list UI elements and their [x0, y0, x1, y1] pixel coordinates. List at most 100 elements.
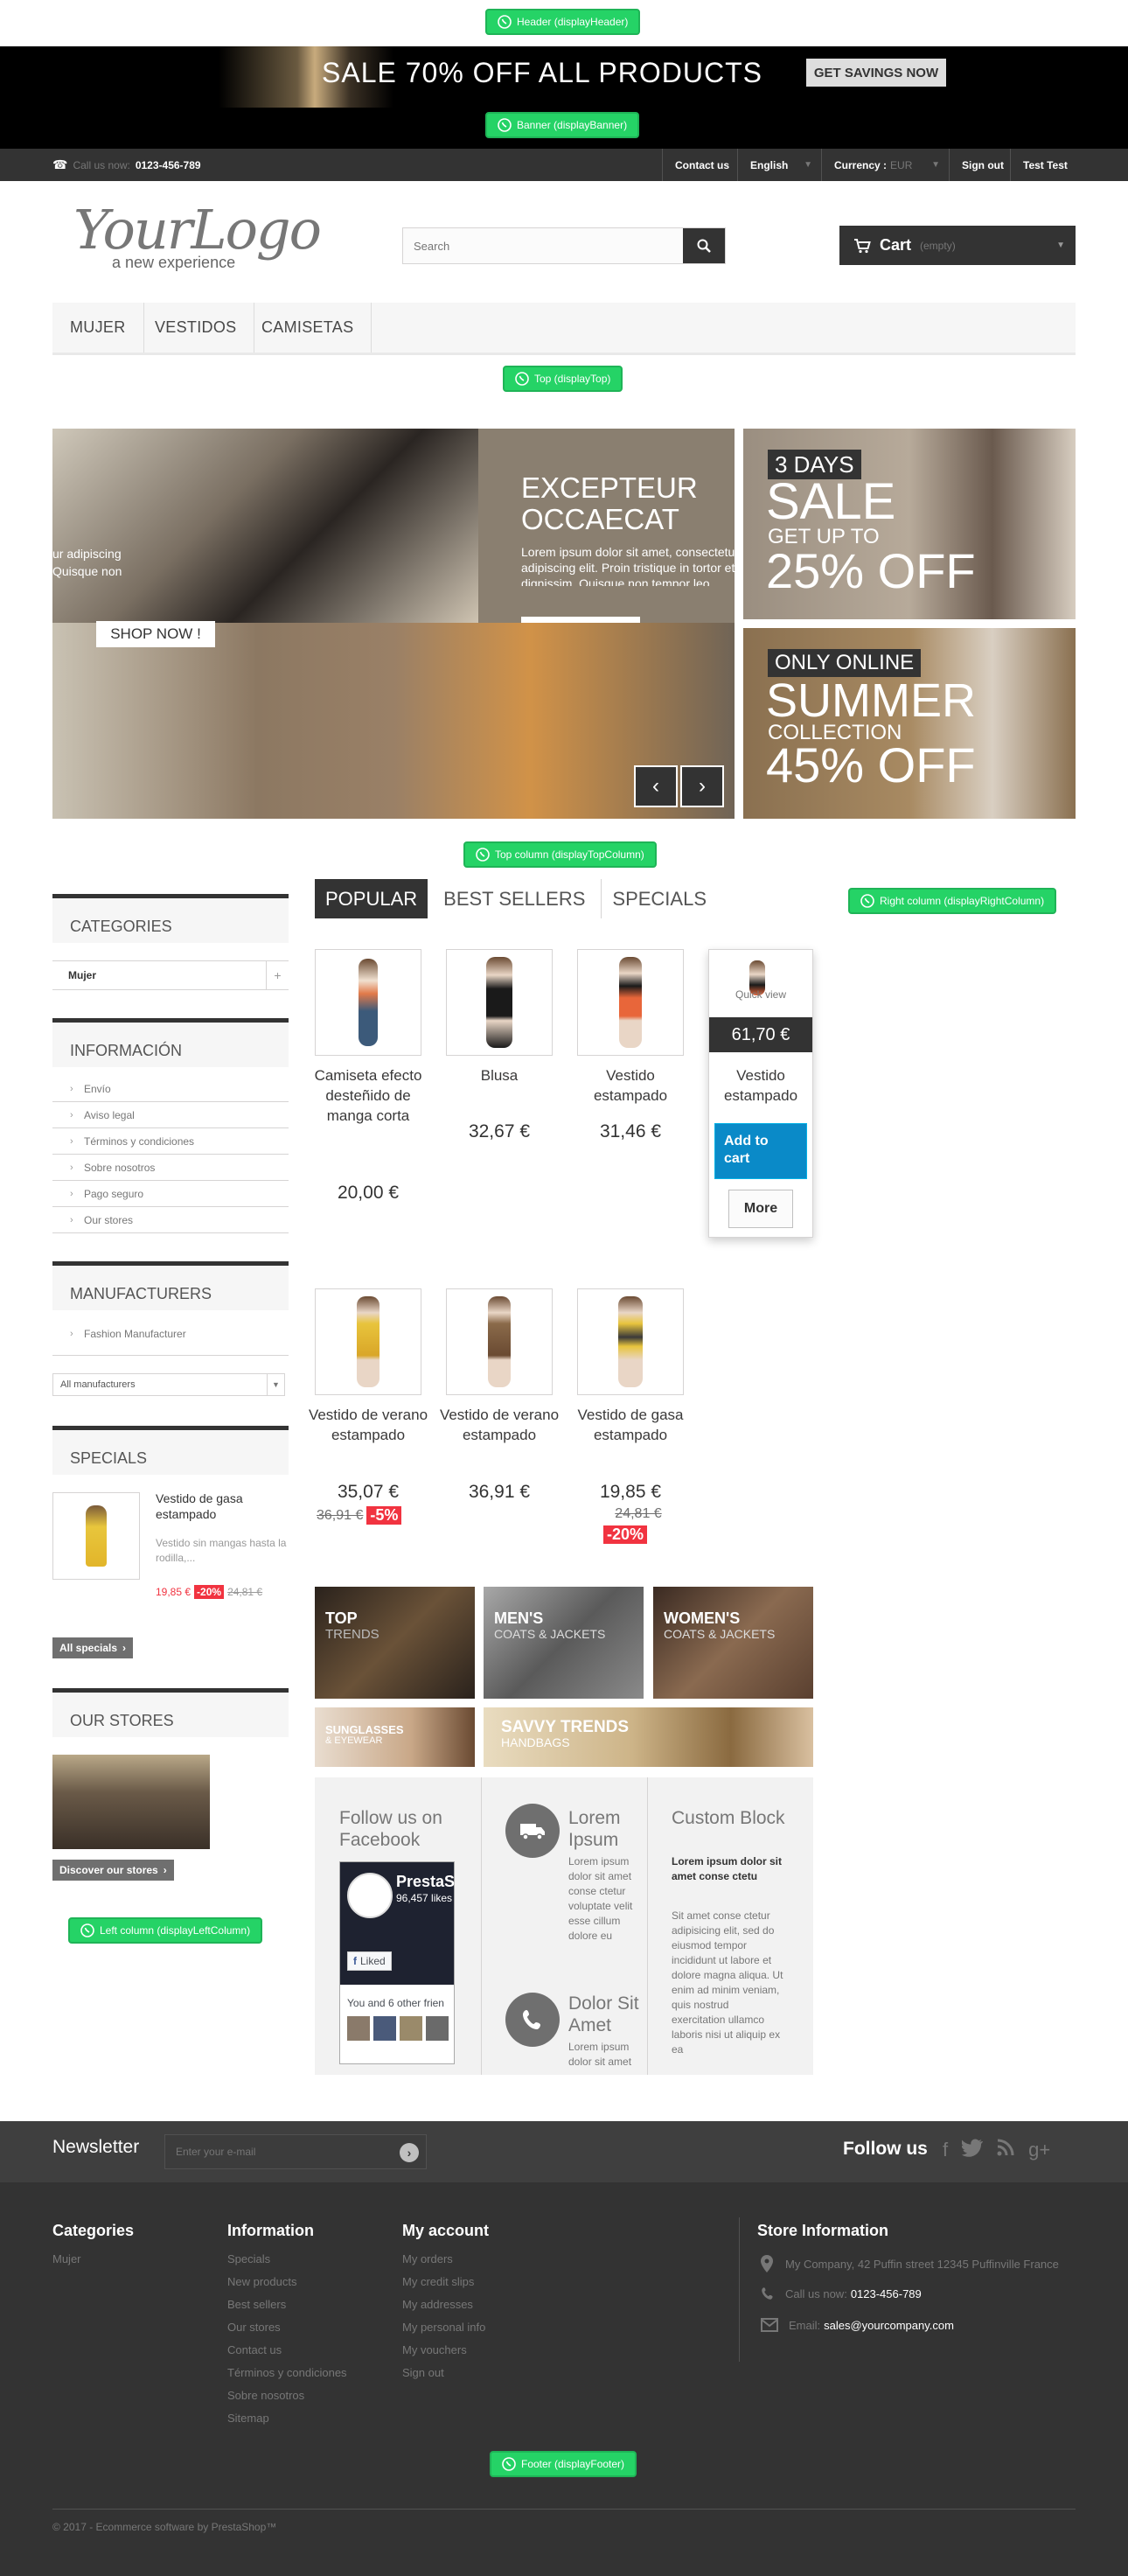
info-link-envio[interactable]: › Envío: [52, 1076, 289, 1102]
newsletter-submit-button[interactable]: ›: [400, 2143, 419, 2162]
promo-banner-summer[interactable]: ONLY ONLINE SUMMER COLLECTION 45% OFF: [743, 628, 1076, 819]
menu-item-mujer[interactable]: MUJER: [52, 303, 144, 353]
facebook-liked-button[interactable]: f Liked: [347, 1951, 392, 1971]
facebook-icon[interactable]: f: [943, 2139, 948, 2161]
banner-savvy[interactable]: SAVVY TRENDS HANDBAGS: [484, 1707, 813, 1767]
whatsapp-right-column-button[interactable]: Right column (displayRightColumn): [848, 888, 1057, 914]
footer-link[interactable]: Sign out: [402, 2366, 444, 2379]
whatsapp-icon: [476, 848, 490, 862]
whatsapp-icon: [502, 2457, 516, 2471]
more-button[interactable]: More: [728, 1190, 793, 1228]
whatsapp-left-column-button[interactable]: Left column (displayLeftColumn): [68, 1917, 263, 1944]
shop-now-button[interactable]: SHOP NOW !: [96, 621, 215, 647]
homepage-slider[interactable]: EXCEPTEUR OCCAECAT Lorem ipsum dolor sit…: [52, 429, 735, 819]
product-image[interactable]: [577, 1288, 684, 1395]
footer-account-title: My account: [402, 2222, 490, 2239]
footer-link[interactable]: My addresses: [402, 2298, 473, 2311]
product-name[interactable]: Vestido estampado: [709, 1065, 812, 1106]
get-savings-button[interactable]: GET SAVINGS NOW: [806, 59, 946, 87]
product-name[interactable]: Vestido de gasa estampado: [569, 1405, 692, 1445]
currency-selector[interactable]: Currency : EUR ▼: [821, 149, 949, 181]
whatsapp-icon: [80, 1923, 94, 1937]
account-link[interactable]: Test Test: [1010, 149, 1080, 181]
info-link-pago[interactable]: › Pago seguro: [52, 1181, 289, 1207]
category-item-mujer[interactable]: Mujer +: [52, 960, 289, 990]
menu-item-camisetas[interactable]: CAMISETAS: [244, 303, 373, 353]
whatsapp-footer-button[interactable]: Footer (displayFooter): [490, 2451, 637, 2477]
product-image[interactable]: [577, 949, 684, 1056]
facebook-widget[interactable]: PrestaS 96,457 likes f Liked You and 6 ot…: [339, 1861, 455, 2064]
footer-link[interactable]: New products: [227, 2275, 296, 2288]
footer-link[interactable]: Specials: [227, 2252, 270, 2265]
product-image[interactable]: [446, 949, 553, 1056]
cart-button[interactable]: Cart (empty) ▼: [839, 226, 1076, 265]
banner-mens[interactable]: MEN'S COATS & JACKETS: [484, 1587, 644, 1699]
slider-prev-button[interactable]: ‹: [634, 765, 678, 807]
product-image[interactable]: [315, 949, 421, 1056]
product-name[interactable]: Blusa: [438, 1065, 561, 1086]
search-input[interactable]: [403, 228, 683, 263]
info-link-terminos[interactable]: › Términos y condiciones: [52, 1128, 289, 1155]
chevron-down-icon: ▼: [931, 160, 940, 170]
footer-link[interactable]: Sitemap: [227, 2412, 269, 2425]
tab-best-sellers[interactable]: BEST SELLERS: [433, 879, 595, 918]
manufacturer-select[interactable]: All manufacturers ▼: [52, 1373, 285, 1396]
add-to-cart-button[interactable]: Add to cart: [714, 1123, 807, 1179]
product-name[interactable]: Camiseta efecto desteñido de manga corta: [307, 1065, 429, 1126]
footer-link[interactable]: My credit slips: [402, 2275, 474, 2288]
google-plus-icon[interactable]: g+: [1028, 2139, 1050, 2161]
product-image[interactable]: [446, 1288, 553, 1395]
tab-popular[interactable]: POPULAR: [315, 879, 428, 918]
rss-icon[interactable]: [997, 2139, 1014, 2156]
product-image[interactable]: [315, 1288, 421, 1395]
menu-item-vestidos[interactable]: VESTIDOS: [137, 303, 255, 353]
footer-link[interactable]: Mujer: [52, 2252, 81, 2265]
footer-link[interactable]: Sobre nosotros: [227, 2389, 304, 2402]
product-name[interactable]: Vestido de verano estampado: [307, 1405, 429, 1445]
store-image[interactable]: [52, 1755, 210, 1849]
whatsapp-top-button[interactable]: Top (displayTop): [503, 366, 623, 392]
slider-next-button[interactable]: ›: [680, 765, 724, 807]
footer-link[interactable]: Our stores: [227, 2321, 281, 2334]
tab-specials[interactable]: SPECIALS: [601, 879, 717, 918]
custom-block-body: Sit amet conse ctetur adipisicing elit, …: [672, 1909, 783, 2056]
banner-womens[interactable]: WOMEN'S COATS & JACKETS: [653, 1587, 813, 1699]
banner-sunglasses[interactable]: SUNGLASSES & EYEWEAR: [315, 1707, 475, 1767]
special-product-name[interactable]: Vestido de gasa estampado: [156, 1490, 289, 1522]
promo-summer: SUMMER: [766, 674, 976, 727]
whatsapp-top-column-button[interactable]: Top column (displayTopColumn): [463, 841, 657, 868]
footer-link[interactable]: My personal info: [402, 2321, 485, 2334]
footer-link[interactable]: Contact us: [227, 2343, 282, 2356]
product-price: 36,91 €: [468, 1482, 531, 1502]
footer-link[interactable]: Best sellers: [227, 2298, 286, 2311]
info-link-stores[interactable]: › Our stores: [52, 1207, 289, 1233]
product-name[interactable]: Vestido de verano estampado: [438, 1405, 561, 1445]
newsletter-email-input[interactable]: [165, 2135, 384, 2168]
footer-link[interactable]: My vouchers: [402, 2343, 467, 2356]
product-name[interactable]: Vestido estampado: [569, 1065, 692, 1106]
twitter-icon[interactable]: [962, 2139, 984, 2158]
manufacturer-link[interactable]: › Fashion Manufacturer: [52, 1321, 289, 1356]
discover-stores-button[interactable]: Discover our stores ›: [52, 1860, 174, 1881]
all-specials-button[interactable]: All specials ›: [52, 1637, 134, 1658]
special-product-image[interactable]: [52, 1492, 140, 1580]
search-button[interactable]: [683, 228, 725, 263]
product-card-hover[interactable]: Quick view 61,70 € Vestido estampado Add…: [708, 949, 813, 1238]
promo-banner-sale[interactable]: 3 DAYS SALE GET UP TO 25% OFF: [743, 429, 1076, 619]
discount-badge: -5%: [366, 1506, 402, 1525]
info-link-sobre[interactable]: › Sobre nosotros: [52, 1155, 289, 1181]
info-link-aviso[interactable]: › Aviso legal: [52, 1102, 289, 1128]
footer-link[interactable]: My orders: [402, 2252, 453, 2265]
contact-us-link[interactable]: Contact us: [662, 149, 742, 181]
plus-icon[interactable]: +: [266, 961, 289, 989]
language-selector[interactable]: English ▼: [737, 149, 821, 181]
whatsapp-header-button[interactable]: Header (displayHeader): [485, 9, 641, 35]
footer-email-link[interactable]: sales@yourcompany.com: [824, 2319, 954, 2332]
site-logo[interactable]: YourLogo a new experience: [73, 203, 327, 273]
banner-top-trends[interactable]: TOP TRENDS: [315, 1587, 475, 1699]
quick-view-link[interactable]: Quick view: [709, 988, 812, 1001]
hook-label: Footer (displayFooter): [521, 2458, 625, 2470]
whatsapp-banner-button[interactable]: Banner (displayBanner): [485, 112, 640, 138]
sign-out-link[interactable]: Sign out: [949, 149, 1016, 181]
footer-link[interactable]: Términos y condiciones: [227, 2366, 347, 2379]
